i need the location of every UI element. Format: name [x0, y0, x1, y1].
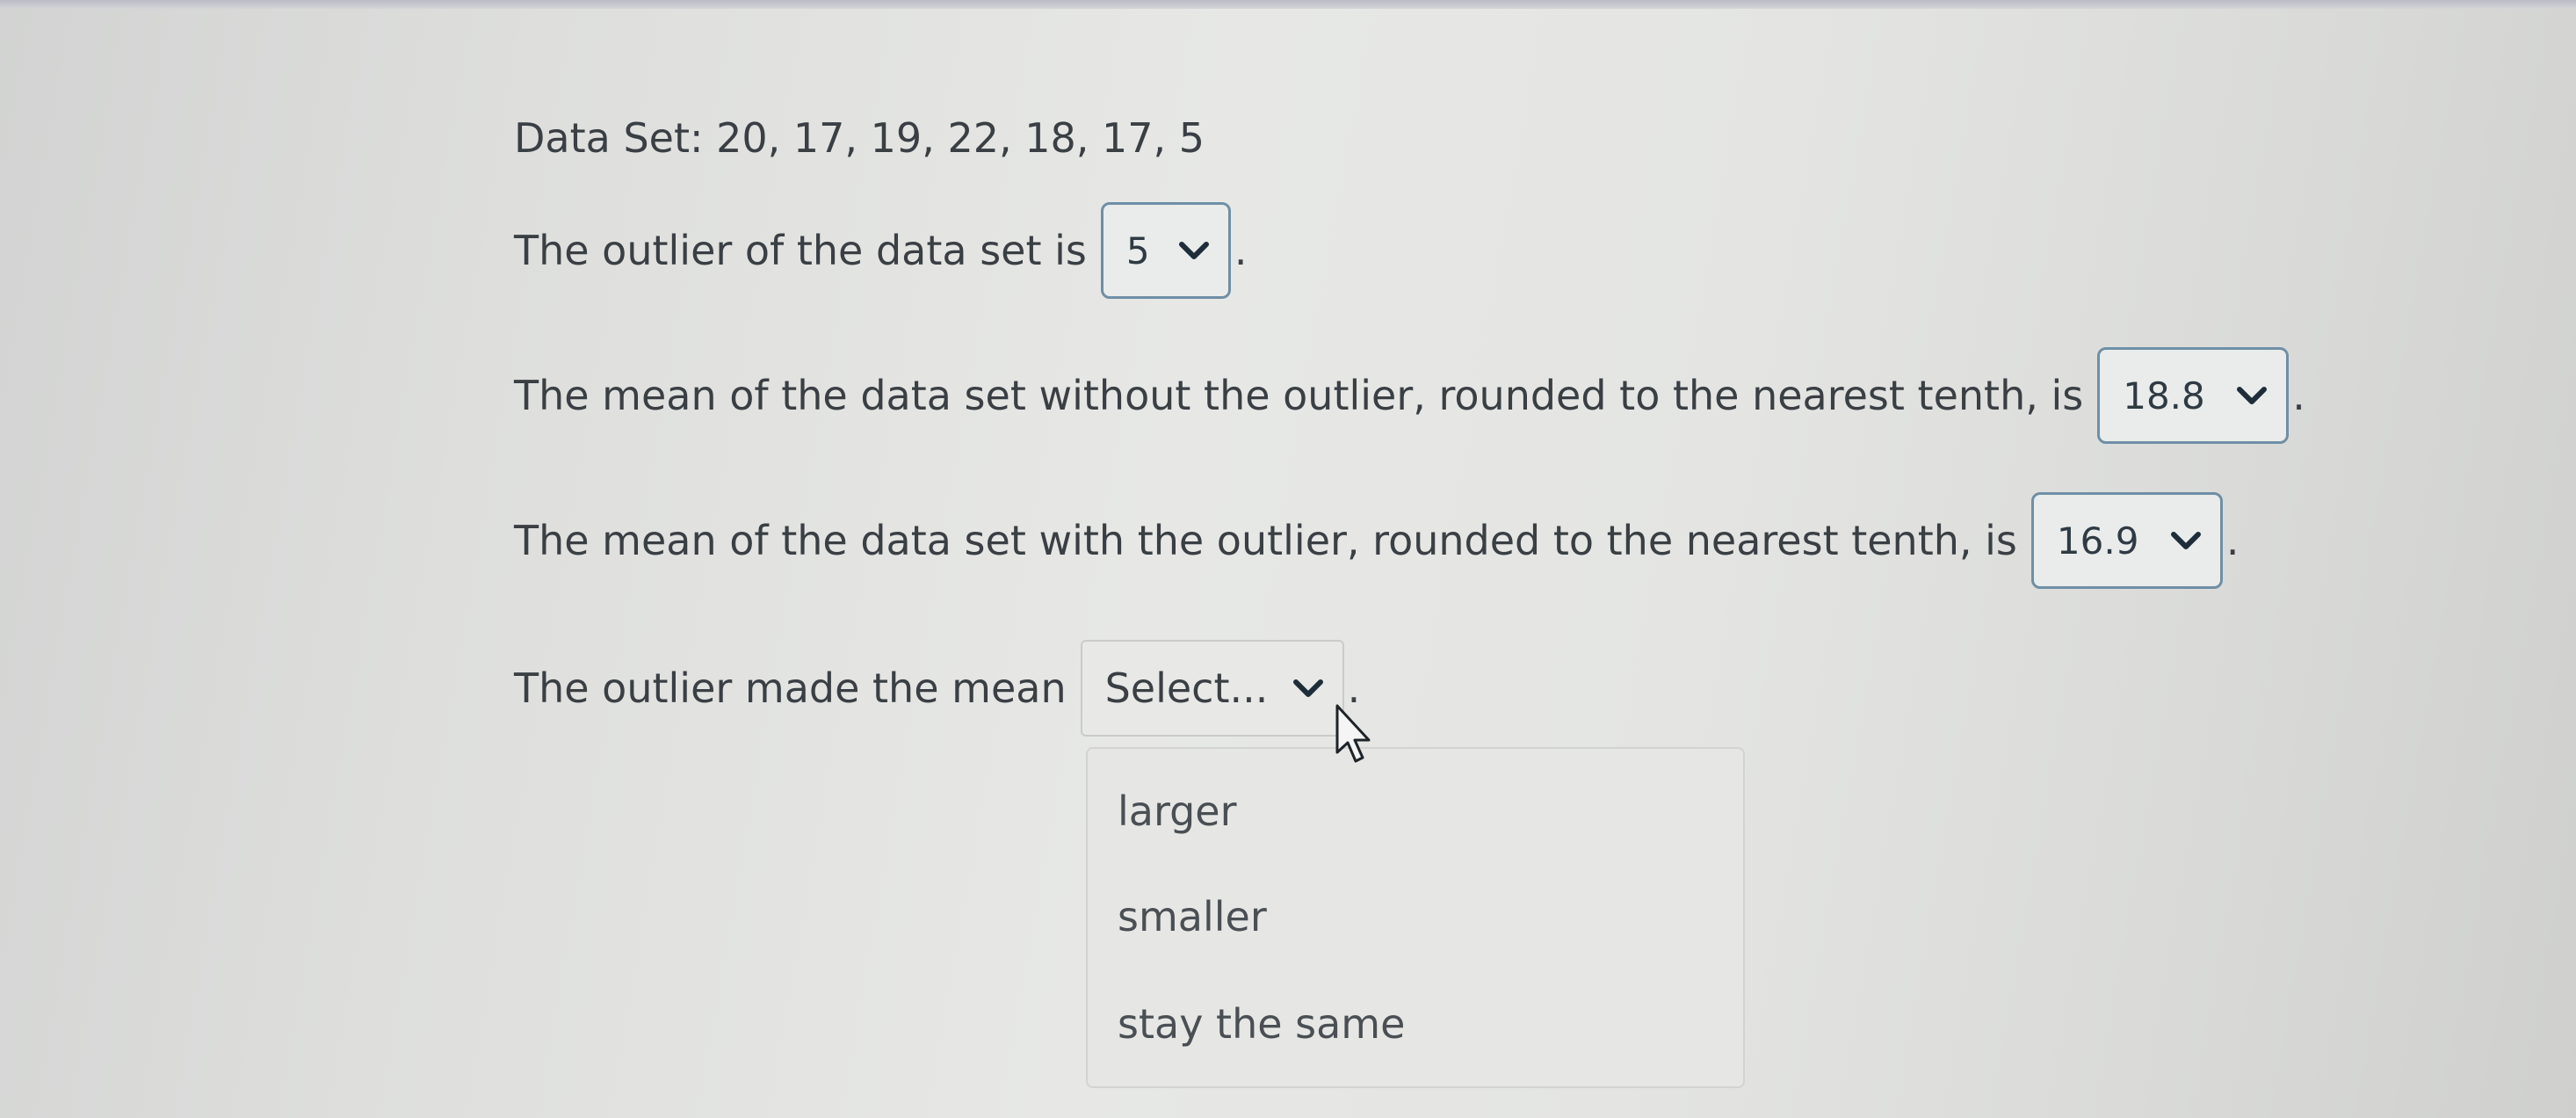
question-outlier-effect-text: The outlier made the mean [514, 664, 1067, 712]
chevron-down-icon [1292, 679, 1323, 697]
dropdown-menu: larger smaller stay the same [1086, 747, 1745, 1088]
mean-with-select-value: 16.9 [2056, 519, 2139, 563]
option-stay-the-same[interactable]: stay the same [1118, 1000, 1405, 1048]
mean-without-select[interactable]: 18.8 [2097, 347, 2290, 444]
question-outlier-effect: The outlier made the mean Select... . [514, 640, 1360, 737]
option-larger[interactable]: larger [1118, 788, 1236, 835]
top-border [0, 0, 2576, 9]
question-mean-without-period: . [2292, 372, 2305, 419]
outlier-effect-select[interactable]: Select... [1080, 640, 1344, 737]
option-smaller[interactable]: smaller [1118, 893, 1267, 940]
question-outlier-period: . [1234, 227, 1248, 274]
question-mean-without-text: The mean of the data set without the out… [514, 372, 2084, 419]
mouse-pointer-icon [1335, 704, 1371, 763]
outlier-select-value: 5 [1125, 229, 1150, 272]
question-mean-without: The mean of the data set without the out… [514, 347, 2305, 444]
mean-without-select-value: 18.8 [2123, 374, 2205, 417]
question-mean-with-text: The mean of the data set with the outlie… [514, 517, 2017, 564]
chevron-down-icon [2170, 532, 2201, 549]
outlier-select[interactable]: 5 [1100, 202, 1231, 299]
outlier-effect-select-value: Select... [1104, 664, 1269, 712]
mean-with-select[interactable]: 16.9 [2030, 492, 2223, 589]
question-outlier: The outlier of the data set is 5 . [514, 202, 1248, 299]
data-set-line: Data Set: 20, 17, 19, 22, 18, 17, 5 [514, 114, 1205, 162]
question-mean-with: The mean of the data set with the outlie… [514, 492, 2240, 589]
question-outlier-text: The outlier of the data set is [514, 227, 1087, 274]
question-mean-with-period: . [2225, 517, 2240, 564]
chevron-down-icon [2237, 387, 2268, 404]
data-set-text: Data Set: 20, 17, 19, 22, 18, 17, 5 [514, 114, 1205, 162]
chevron-down-icon [1178, 242, 1209, 259]
